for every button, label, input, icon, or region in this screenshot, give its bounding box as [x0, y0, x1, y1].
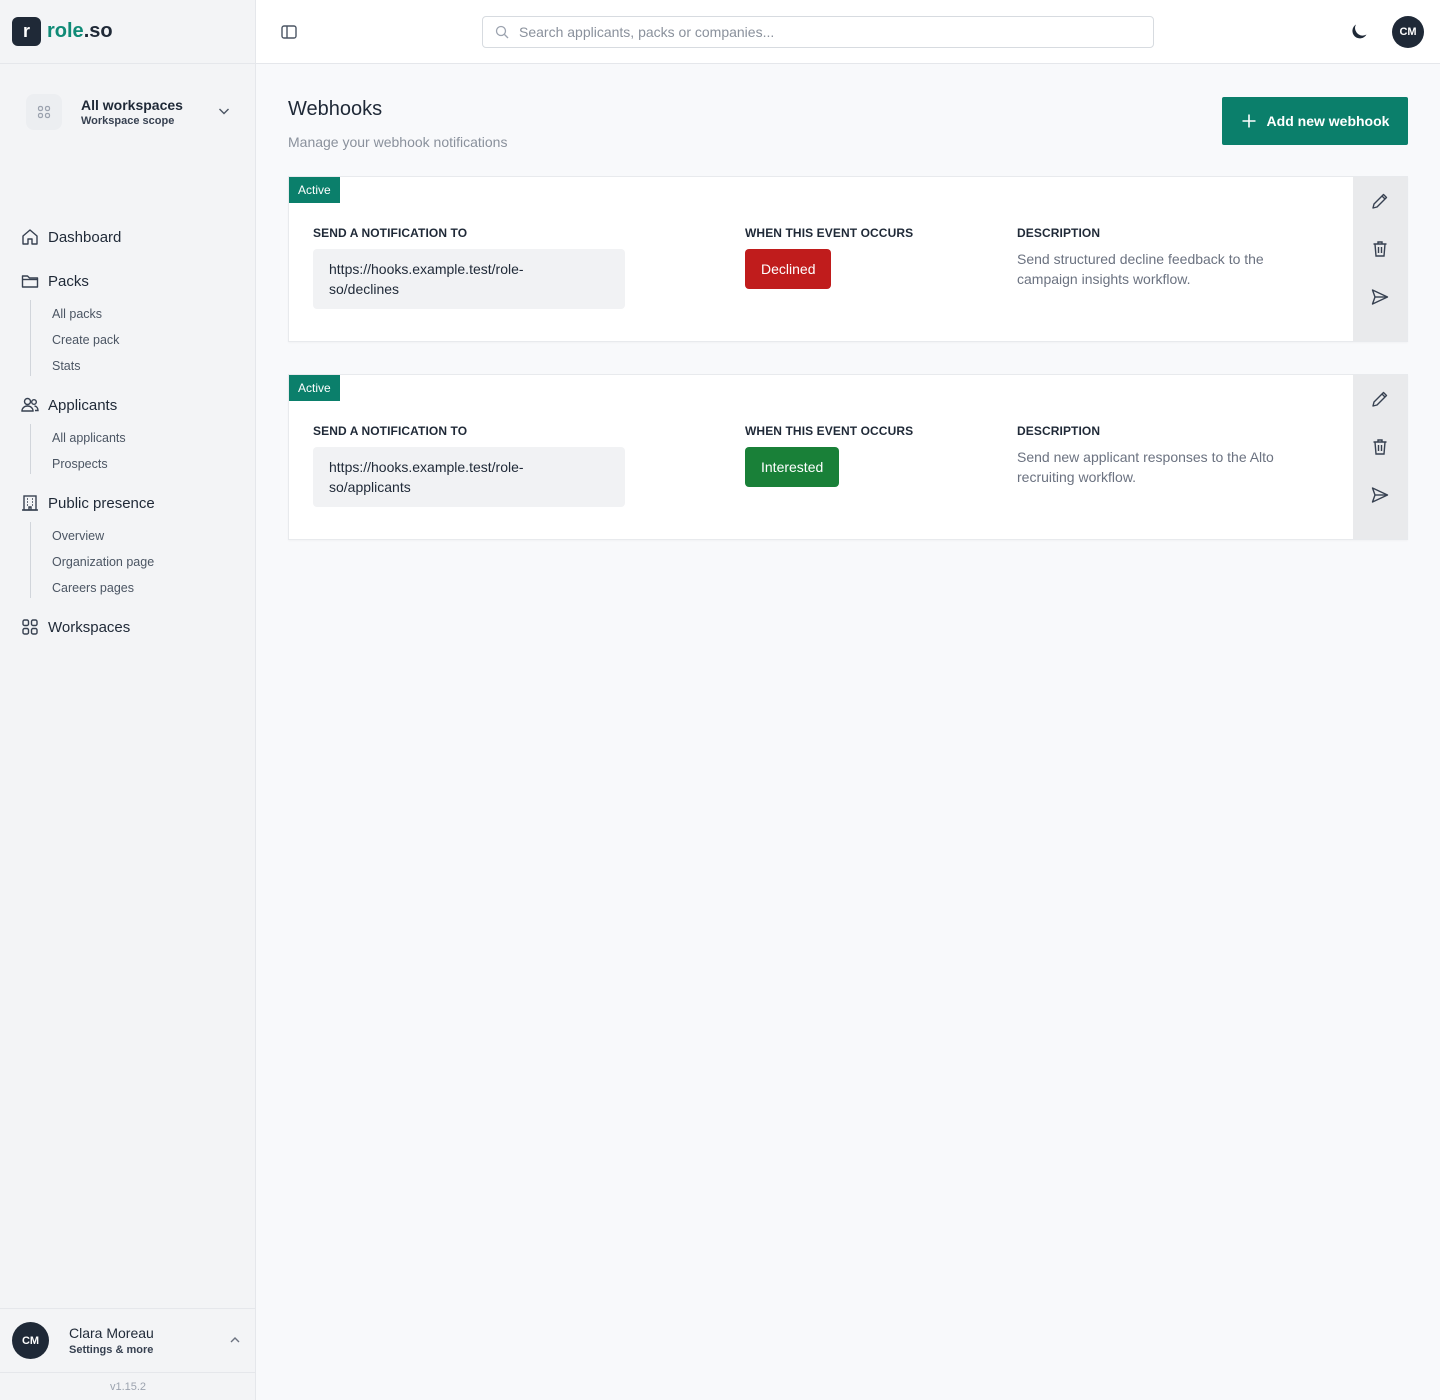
- sidebar-item-label: Public presence: [48, 494, 155, 512]
- trash-icon: [1373, 241, 1387, 257]
- search-input[interactable]: [519, 24, 1119, 40]
- sidebar-subitem-stats[interactable]: Stats: [52, 359, 81, 373]
- sidebar-subitem-create-pack[interactable]: Create pack: [52, 333, 119, 347]
- chevron-up-icon: [230, 1337, 240, 1343]
- workspace-subtitle: Workspace scope: [81, 115, 175, 127]
- webhook-description: Send structured decline feedback to the …: [1017, 251, 1264, 287]
- webhook-url: https://hooks.example.test/role- so/decl…: [313, 249, 625, 309]
- subnav-line: [30, 522, 31, 598]
- webhook-description: Send new applicant responses to the Alto…: [1017, 449, 1274, 485]
- send-test-button[interactable]: [1369, 286, 1391, 308]
- sidebar-item-label: Dashboard: [48, 228, 122, 246]
- webhook-url: https://hooks.example.test/role- so/appl…: [313, 447, 625, 507]
- event-tag: Declined: [745, 249, 832, 289]
- send-icon: [1371, 487, 1389, 503]
- brand-name-part2: .so: [83, 20, 113, 42]
- pencil-icon: [1372, 391, 1388, 407]
- edit-button[interactable]: [1369, 388, 1391, 410]
- page-title: Webhooks: [288, 98, 383, 120]
- sidebar-subitem-overview[interactable]: Overview: [52, 529, 104, 543]
- sidebar-subitem-organization-page[interactable]: Organization page: [52, 555, 154, 569]
- avatar[interactable]: CM: [1392, 16, 1424, 48]
- webhook-actions: [1353, 177, 1407, 341]
- add-webhook-label: Add new webhook: [1266, 113, 1390, 129]
- event-label: WHEN THIS EVENT OCCURS: [745, 424, 914, 438]
- webhook-url-line1: https://hooks.example.test/role-: [329, 261, 524, 277]
- workspace-title: All workspaces: [81, 97, 183, 113]
- description-label: DESCRIPTION: [1017, 424, 1101, 438]
- event-tag: Interested: [745, 447, 840, 487]
- webhook-card: Active SEND A NOTIFICATION TO WHEN THIS …: [288, 176, 1408, 342]
- sidebar-item-label: Packs: [48, 272, 89, 290]
- user-subtitle: Settings & more: [69, 1344, 154, 1356]
- page-subtitle: Manage your webhook notifications: [288, 134, 508, 150]
- webhook-actions: [1353, 375, 1407, 539]
- send-to-label: SEND A NOTIFICATION TO: [313, 226, 468, 240]
- sidebar-subitem-prospects[interactable]: Prospects: [52, 457, 108, 471]
- send-icon: [1371, 289, 1389, 305]
- sidebar-item-label: Applicants: [48, 396, 118, 414]
- user-name: Clara Moreau: [69, 1325, 154, 1341]
- delete-button[interactable]: [1369, 436, 1391, 458]
- sidebar-item-applicants[interactable]: Applicants: [20, 393, 117, 417]
- plus-icon: [1242, 114, 1256, 128]
- sidebar-item-label: Workspaces: [48, 618, 131, 636]
- top-bar: CM: [256, 0, 1440, 64]
- subnav-line: [30, 424, 31, 474]
- webhook-url-line2: so/applicants: [329, 479, 411, 495]
- edit-button[interactable]: [1369, 190, 1391, 212]
- add-webhook-button[interactable]: Add new webhook: [1222, 97, 1408, 145]
- brand-logo-mark: r: [12, 17, 41, 46]
- sidebar: r role.so All workspaces Workspace scope…: [0, 0, 256, 1400]
- workspace-switcher[interactable]: All workspaces Workspace scope: [16, 88, 240, 136]
- grid-icon: [22, 619, 38, 635]
- building-icon: [22, 495, 38, 511]
- sidebar-subitem-careers-pages[interactable]: Careers pages: [52, 581, 134, 595]
- event-label: WHEN THIS EVENT OCCURS: [745, 226, 914, 240]
- pencil-icon: [1372, 193, 1388, 209]
- user-menu[interactable]: CM Clara Moreau Settings & more: [0, 1308, 256, 1372]
- search-icon: [495, 25, 509, 39]
- users-icon: [21, 397, 39, 412]
- folder-icon: [21, 275, 39, 288]
- sidebar-item-packs[interactable]: Packs: [20, 269, 89, 293]
- app-version: v1.15.2: [0, 1372, 256, 1400]
- sidebar-item-dashboard[interactable]: Dashboard: [20, 225, 121, 249]
- home-icon: [22, 229, 38, 245]
- workspace-grid-icon: [26, 94, 62, 130]
- status-badge: Active: [289, 375, 340, 401]
- brand-name-part1: role: [47, 20, 84, 42]
- webhook-url-line1: https://hooks.example.test/role-: [329, 459, 524, 475]
- description-label: DESCRIPTION: [1017, 226, 1101, 240]
- search-bar[interactable]: [482, 16, 1154, 48]
- chevron-down-icon: [219, 108, 229, 115]
- trash-icon: [1373, 439, 1387, 455]
- sidebar-item-public-presence[interactable]: Public presence: [20, 491, 155, 515]
- brand-name: role.so: [47, 20, 113, 43]
- status-badge: Active: [289, 177, 340, 203]
- dark-mode-moon-icon[interactable]: [1348, 21, 1370, 43]
- subnav-line: [30, 300, 31, 376]
- brand[interactable]: r role.so: [0, 0, 255, 64]
- sidebar-subitem-all-applicants[interactable]: All applicants: [52, 431, 126, 445]
- send-to-label: SEND A NOTIFICATION TO: [313, 424, 468, 438]
- delete-button[interactable]: [1369, 238, 1391, 260]
- avatar: CM: [12, 1322, 49, 1359]
- sidebar-toggle-icon[interactable]: [280, 23, 298, 41]
- sidebar-subitem-all-packs[interactable]: All packs: [52, 307, 102, 321]
- webhook-url-line2: so/declines: [329, 281, 400, 297]
- send-test-button[interactable]: [1369, 484, 1391, 506]
- webhook-card: Active SEND A NOTIFICATION TO WHEN THIS …: [288, 374, 1408, 540]
- sidebar-item-workspaces[interactable]: Workspaces: [20, 615, 130, 639]
